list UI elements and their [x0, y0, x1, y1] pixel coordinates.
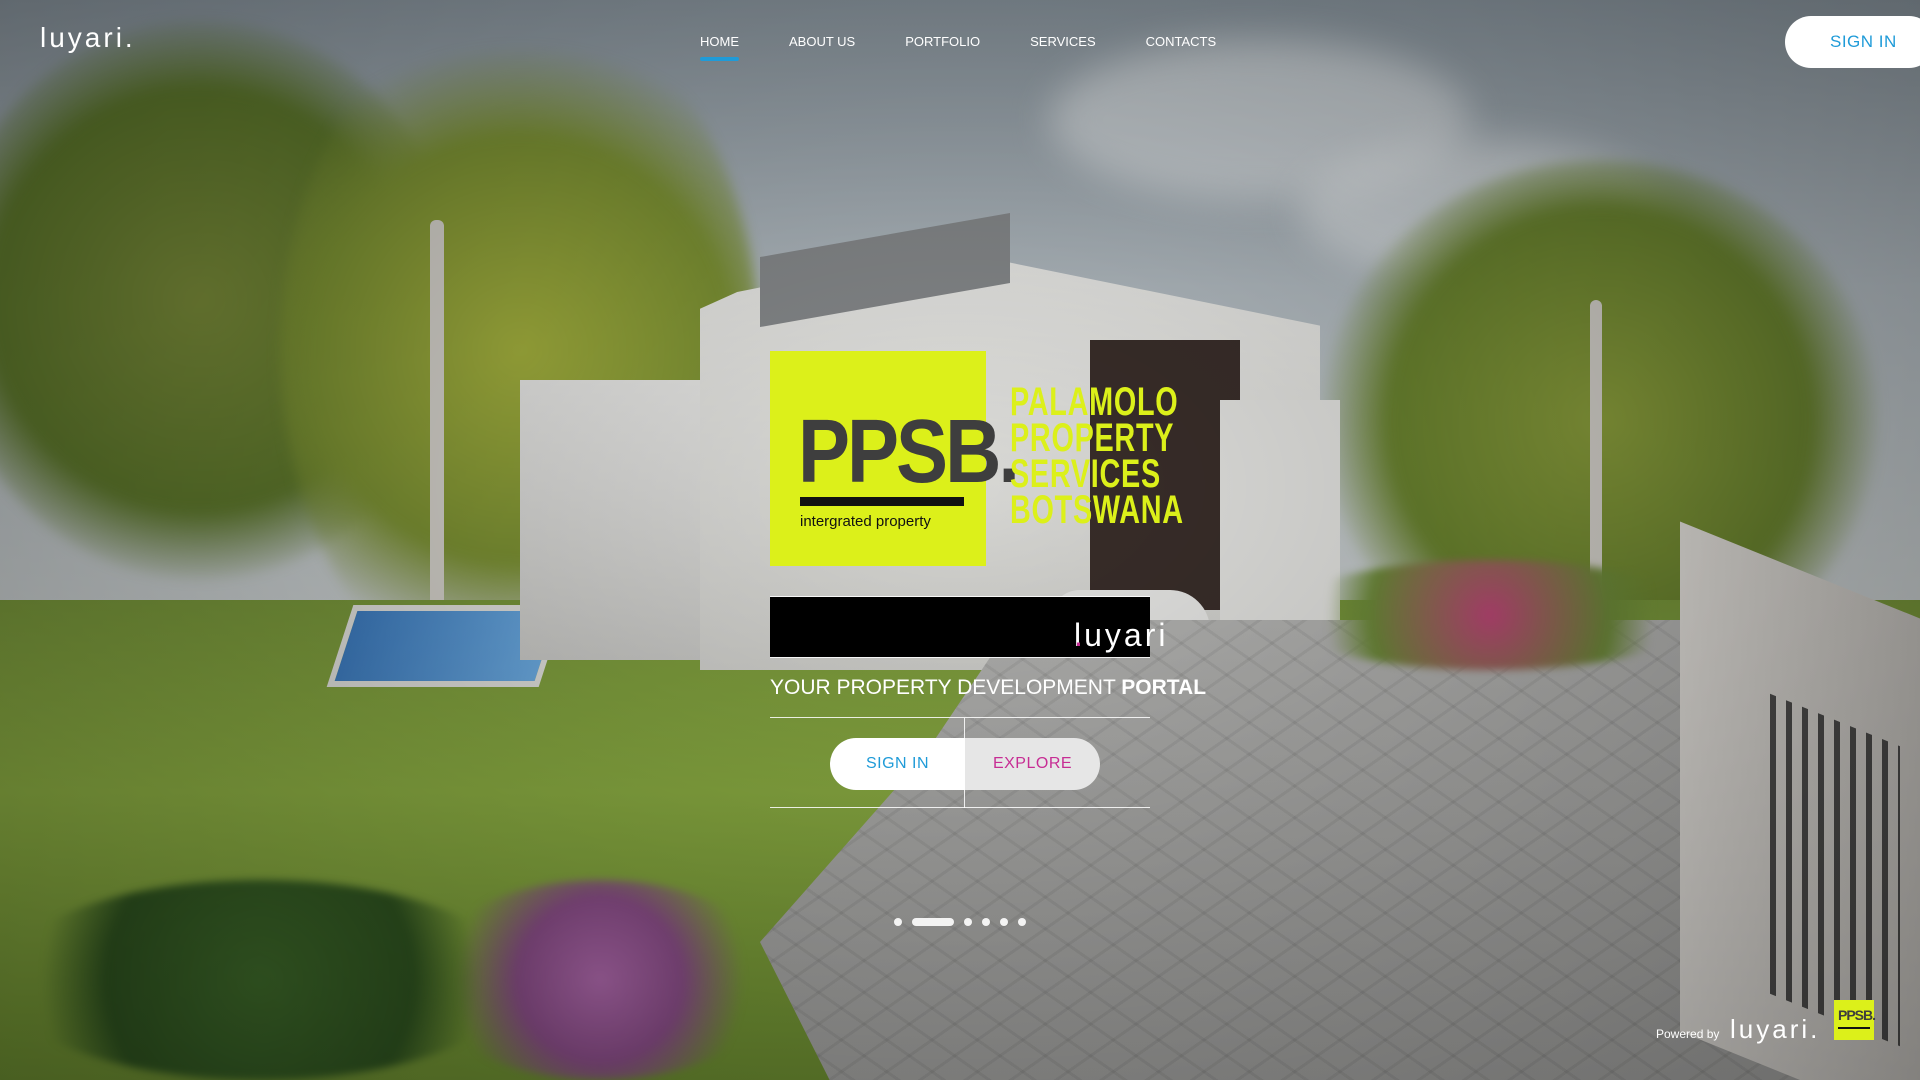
company-name-line: BOTSWANA [1010, 488, 1184, 532]
ppsb-logo-mark: PPSB. [798, 400, 1020, 502]
footer-ppsb-bar [1838, 1027, 1870, 1029]
company-name: PALAMOLO PROPERTY SERVICES BOTSWANA [1010, 380, 1184, 532]
header-sign-in-button[interactable]: SIGN IN [1785, 16, 1920, 68]
footer-brand-dot: . [1810, 1014, 1821, 1044]
ppsb-logo: PPSB. intergrated property [770, 351, 1020, 566]
slider-dot-icon[interactable] [894, 918, 902, 926]
nav-contacts[interactable]: CONTACTS [1146, 34, 1217, 61]
slider-dot-icon[interactable] [964, 918, 972, 926]
slider-dot-icon-active[interactable] [912, 918, 954, 926]
company-name-line: SERVICES [1010, 452, 1161, 496]
slider-dot-icon[interactable] [982, 918, 990, 926]
footer-luyari-logo[interactable]: luyari. [1730, 1014, 1820, 1045]
luyari-logo-hero-text: luyari [1074, 617, 1169, 653]
ppsb-logo-bar [800, 497, 964, 506]
slider-dot-icon[interactable] [1018, 918, 1026, 926]
hero-explore-button[interactable]: EXPLORE [965, 738, 1100, 790]
slider-pagination [894, 918, 1026, 926]
hero-sign-in-button[interactable]: SIGN IN [830, 738, 965, 790]
nav-services[interactable]: SERVICES [1030, 34, 1096, 61]
ppsb-logo-tagline: intergrated property [800, 513, 931, 530]
powered-by-label: Powered by [1656, 1027, 1720, 1041]
footer-ppsb-text: PPSB. [1838, 1007, 1876, 1023]
logo-text: luyari [40, 22, 125, 53]
logo-dot: . [124, 22, 136, 53]
footer-ppsb-logo[interactable]: PPSB. [1834, 1000, 1876, 1040]
slider-dot-icon[interactable] [1000, 918, 1008, 926]
divider [770, 717, 1150, 718]
luyari-logo-band: luyari. [770, 597, 1165, 657]
company-name-line: PROPERTY [1010, 416, 1175, 460]
footer-brand-text: luyari [1730, 1014, 1811, 1044]
company-name-line: PALAMOLO [1010, 380, 1179, 424]
main-nav: HOME ABOUT US PORTFOLIO SERVICES CONTACT… [700, 34, 1266, 61]
nav-home[interactable]: HOME [700, 34, 739, 61]
hero-tagline: YOUR PROPERTY DEVELOPMENT PORTAL [770, 676, 1206, 700]
luyari-logo-hero-dot: . [1074, 617, 1086, 653]
nav-about-us[interactable]: ABOUT US [789, 34, 855, 61]
divider [770, 657, 1150, 658]
tagline-regular: YOUR PROPERTY DEVELOPMENT [770, 676, 1122, 699]
divider [770, 807, 1150, 808]
luyari-logo[interactable]: luyari. [40, 22, 136, 54]
nav-portfolio[interactable]: PORTFOLIO [905, 34, 980, 61]
tagline-bold: PORTAL [1121, 676, 1207, 699]
